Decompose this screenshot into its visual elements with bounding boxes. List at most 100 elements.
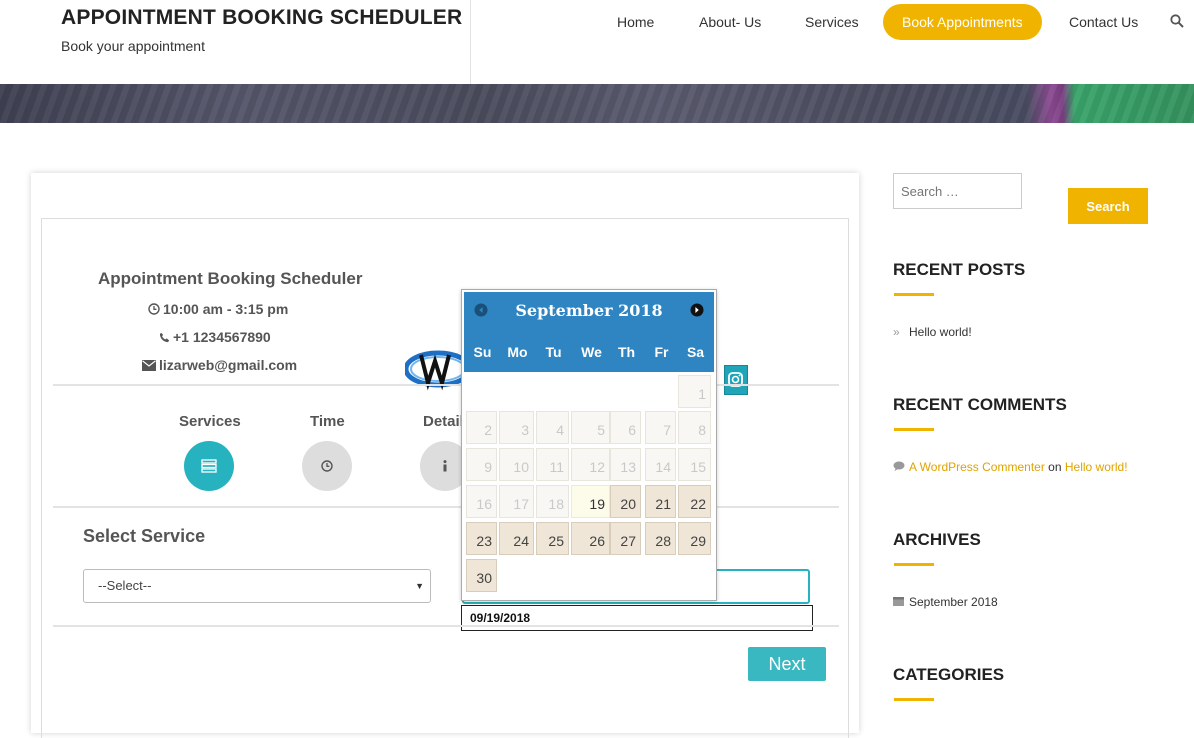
datepicker-day-12: 12 <box>571 448 610 481</box>
instagram-icon[interactable] <box>724 365 748 395</box>
datepicker-day-1: 1 <box>678 375 711 408</box>
datepicker-month-title: September 2018 <box>515 301 663 320</box>
datepicker-header: September 2018 Su Mo Tu We Th Fr Sa <box>464 292 714 372</box>
archive-link[interactable]: September 2018 <box>909 595 998 609</box>
weekday-mo: Mo <box>507 344 528 360</box>
comment-author-link[interactable]: A WordPress Commenter <box>909 460 1045 474</box>
sidebar-search-button[interactable]: Search <box>1068 188 1148 224</box>
phone-icon <box>159 332 170 343</box>
weekday-tu: Tu <box>545 344 562 360</box>
datepicker-day-11: 11 <box>536 448 569 481</box>
datepicker-day-7: 7 <box>645 411 676 444</box>
list-icon <box>201 459 217 473</box>
datepicker-day-17: 17 <box>499 485 534 518</box>
business-hours: 10:00 am - 3:15 pm <box>148 301 288 317</box>
weekday-su: Su <box>473 344 492 360</box>
datepicker-day-5: 5 <box>571 411 610 444</box>
recent-post-item[interactable]: » Hello world! <box>893 325 972 339</box>
datepicker-day-9: 9 <box>466 448 497 481</box>
step-time-label: Time <box>310 413 345 430</box>
weekday-we: We <box>581 344 602 360</box>
header-divider <box>470 0 471 84</box>
business-email-text: lizarweb@gmail.com <box>159 357 298 373</box>
step-services-button[interactable] <box>184 441 234 491</box>
datepicker-day-16: 16 <box>466 485 497 518</box>
business-email: lizarweb@gmail.com <box>142 357 297 373</box>
datepicker-day-14: 14 <box>645 448 676 481</box>
recent-comment-item: A WordPress Commenter on Hello world! <box>893 460 1128 474</box>
archive-item[interactable]: September 2018 <box>893 595 998 609</box>
info-icon <box>443 460 447 472</box>
heading-underline <box>894 428 934 431</box>
next-month-icon[interactable] <box>690 303 704 317</box>
heading-underline <box>894 563 934 566</box>
weekday-sa: Sa <box>686 344 705 360</box>
datepicker-day-10: 10 <box>499 448 534 481</box>
datepicker-day-15: 15 <box>678 448 711 481</box>
datepicker-day-21[interactable]: 21 <box>645 485 676 518</box>
comment-post-link[interactable]: Hello world! <box>1065 460 1128 474</box>
datepicker-day-28[interactable]: 28 <box>645 522 676 555</box>
heading-underline <box>894 293 934 296</box>
datepicker-day-2: 2 <box>466 411 497 444</box>
site-title[interactable]: APPOINTMENT BOOKING SCHEDULER <box>61 6 462 30</box>
nav-about-us[interactable]: About- Us <box>699 4 761 40</box>
divider <box>53 384 839 386</box>
datepicker-day-18: 18 <box>536 485 569 518</box>
datepicker-day-23[interactable]: 23 <box>466 522 497 555</box>
business-phone: +1 1234567890 <box>159 329 271 345</box>
recent-posts-heading: RECENT POSTS <box>893 260 1026 279</box>
business-hours-text: 10:00 am - 3:15 pm <box>163 301 289 317</box>
nav-home[interactable]: Home <box>617 4 654 40</box>
date-autocomplete-suggestion[interactable]: 09/19/2018 <box>461 605 813 631</box>
divider <box>53 506 839 508</box>
double-chevron-right-icon: » <box>893 325 900 339</box>
datepicker-day-25[interactable]: 25 <box>536 522 569 555</box>
envelope-icon <box>142 360 156 371</box>
header-banner-image <box>0 84 1194 123</box>
next-button[interactable]: Next <box>748 647 826 681</box>
datepicker-day-26[interactable]: 26 <box>571 522 610 555</box>
comment-on-text: on <box>1048 460 1062 474</box>
clock-icon <box>321 460 333 472</box>
step-detail-label: Detail <box>423 413 464 430</box>
archives-heading: ARCHIVES <box>893 530 981 549</box>
datepicker-day-29[interactable]: 29 <box>678 522 711 555</box>
categories-heading: CATEGORIES <box>893 665 1005 684</box>
datepicker-day-6: 6 <box>610 411 641 444</box>
nav-services[interactable]: Services <box>805 4 859 40</box>
datepicker-day-13: 13 <box>610 448 641 481</box>
recent-post-link[interactable]: Hello world! <box>909 325 972 339</box>
business-name: Appointment Booking Scheduler <box>98 269 363 288</box>
step-time-button[interactable] <box>302 441 352 491</box>
chevron-down-icon: ▼ <box>415 581 424 591</box>
weekday-th: Th <box>617 344 636 360</box>
datepicker-day-20[interactable]: 20 <box>610 485 641 518</box>
booking-form: Appointment Booking Scheduler 10:00 am -… <box>41 218 849 738</box>
search-icon[interactable] <box>1170 14 1184 28</box>
site-header: APPOINTMENT BOOKING SCHEDULER Book your … <box>0 0 1194 84</box>
datepicker-day-24[interactable]: 24 <box>499 522 534 555</box>
heading-underline <box>894 698 934 701</box>
comment-icon <box>893 460 909 474</box>
service-select-value: --Select-- <box>98 578 152 593</box>
datepicker-day-19[interactable]: 19 <box>571 485 610 518</box>
datepicker-day-27[interactable]: 27 <box>610 522 641 555</box>
sidebar-search-input[interactable] <box>893 173 1022 209</box>
datepicker-day-4: 4 <box>536 411 569 444</box>
business-phone-text: +1 1234567890 <box>173 329 271 345</box>
site-branding: APPOINTMENT BOOKING SCHEDULER Book your … <box>61 6 462 54</box>
site-tagline: Book your appointment <box>61 38 205 54</box>
divider <box>53 625 839 627</box>
datepicker-day-30[interactable]: 30 <box>466 559 497 592</box>
booking-card: Appointment Booking Scheduler 10:00 am -… <box>31 173 859 738</box>
datepicker-day-22[interactable]: 22 <box>678 485 711 518</box>
service-select[interactable]: --Select-- ▼ <box>83 569 431 603</box>
clock-icon <box>148 303 160 315</box>
weekday-fr: Fr <box>654 344 669 360</box>
datepicker-day-8: 8 <box>678 411 711 444</box>
nav-book-appointments[interactable]: Book Appointments <box>883 4 1042 40</box>
datepicker: September 2018 Su Mo Tu We Th Fr Sa 1234567891… <box>461 289 717 601</box>
select-service-heading: Select Service <box>83 526 206 546</box>
nav-contact-us[interactable]: Contact Us <box>1069 4 1138 40</box>
